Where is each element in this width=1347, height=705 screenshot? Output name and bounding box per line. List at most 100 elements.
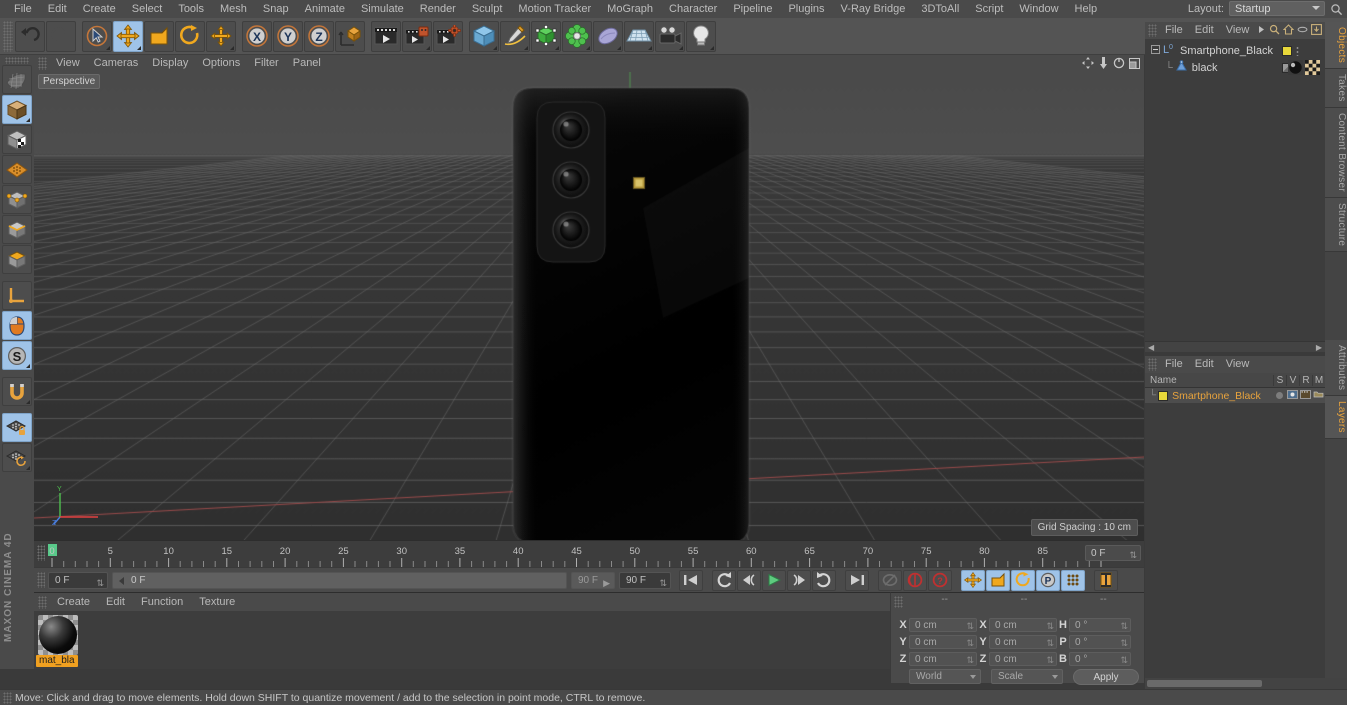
current-frame-input[interactable]: 0 F ⇅ (48, 571, 108, 589)
spinner-icon[interactable]: ⇅ (1046, 637, 1054, 650)
scroll-left-arrow-icon[interactable]: ◀ (1145, 343, 1154, 352)
vertical-tab-layers[interactable]: Layers (1325, 396, 1347, 439)
menu-item-select[interactable]: Select (124, 0, 171, 18)
left-toolbar-grip[interactable] (5, 57, 29, 64)
step-back-button[interactable] (737, 569, 761, 591)
autokeying-button[interactable] (903, 569, 927, 591)
environment-button[interactable] (593, 20, 623, 52)
scrubber-handle-icon[interactable] (119, 576, 124, 585)
viewport-menu-item-cameras[interactable]: Cameras (87, 55, 146, 72)
texture-mode-button[interactable] (2, 125, 32, 154)
menu-item-plugins[interactable]: Plugins (780, 0, 832, 18)
workplane-rotate-button[interactable] (2, 443, 32, 472)
menu-item-render[interactable]: Render (412, 0, 464, 18)
size-mode-dropdown[interactable]: Scale (991, 669, 1063, 684)
points-mode-button[interactable] (2, 185, 32, 214)
enable-viewport-button[interactable] (2, 311, 32, 340)
toolbar-grip[interactable] (3, 20, 13, 52)
object-menu-item-file[interactable]: File (1159, 22, 1189, 39)
undo-button[interactable] (15, 20, 45, 52)
layer-row[interactable]: └ Smartphone_Black (1145, 388, 1325, 403)
menu-item-file[interactable]: File (6, 0, 40, 18)
position-x-field[interactable]: 0 cm ⇅ (909, 617, 977, 633)
vertical-tab-content-browser[interactable]: Content Browser (1325, 107, 1347, 198)
generator-button[interactable] (531, 20, 561, 52)
timeline-grip[interactable] (37, 545, 45, 561)
fit-icon[interactable] (1311, 23, 1322, 38)
spinner-icon[interactable]: ⇅ (659, 575, 667, 591)
search-icon[interactable] (1269, 24, 1280, 38)
home-icon[interactable] (1282, 23, 1295, 38)
menu-item-edit[interactable]: Edit (40, 0, 75, 18)
material-thumbnail[interactable] (38, 615, 78, 655)
spinner-icon[interactable]: ⇅ (966, 637, 974, 650)
apply-button[interactable]: Apply (1073, 669, 1139, 685)
keyframe-mode-button[interactable] (1094, 569, 1118, 591)
model-mode-button[interactable] (2, 95, 32, 124)
texture-tag-icon[interactable] (1305, 60, 1320, 75)
spinner-icon[interactable]: ⇅ (1120, 637, 1128, 650)
menu-item-window[interactable]: Window (1011, 0, 1066, 18)
polygons-mode-button[interactable] (2, 245, 32, 274)
time-scrubber[interactable]: 0 F (112, 571, 567, 589)
menu-item-help[interactable]: Help (1067, 0, 1106, 18)
viewport[interactable]: View Cameras Display Options Filter Panel Per… (34, 55, 1144, 540)
material-menu-item-edit[interactable]: Edit (98, 593, 133, 611)
document-end-field[interactable]: 90 F ⇅ (619, 571, 671, 591)
menu-item-tools[interactable]: Tools (170, 0, 212, 18)
position-key-button[interactable] (961, 569, 985, 591)
material-menu-item-create[interactable]: Create (49, 593, 98, 611)
rotate-key-button[interactable] (1011, 569, 1035, 591)
soft-selection-button[interactable]: S (2, 341, 32, 370)
spinner-icon[interactable]: ⇅ (966, 620, 974, 633)
object-options-dots[interactable] (1296, 46, 1299, 56)
live-selection-button[interactable] (82, 20, 112, 52)
scene-button[interactable] (624, 20, 654, 52)
material-manager-grip[interactable] (38, 595, 47, 609)
size-z-field[interactable]: 0 cm ⇅ (989, 651, 1057, 666)
workplane-button[interactable] (2, 155, 32, 184)
light-button[interactable] (686, 20, 716, 52)
step-forward-button[interactable] (787, 569, 811, 591)
lock-workplane-button[interactable] (2, 413, 32, 442)
pan-icon[interactable] (1082, 57, 1094, 72)
position-z-field[interactable]: 0 cm ⇅ (909, 651, 977, 666)
scale-button[interactable] (144, 20, 174, 52)
timeline-frame-field[interactable]: 0 F ⇅ (1085, 545, 1141, 561)
menu-item-sculpt[interactable]: Sculpt (464, 0, 511, 18)
coordinate-system-dropdown[interactable]: World (909, 669, 981, 684)
layer-menu-item-view[interactable]: View (1220, 356, 1256, 373)
go-to-end-button[interactable] (845, 569, 869, 591)
record-active-objects-button[interactable] (878, 569, 902, 591)
layer-menu-item-file[interactable]: File (1159, 356, 1189, 373)
snap-magnet-button[interactable] (2, 377, 32, 406)
menu-item-character[interactable]: Character (661, 0, 725, 18)
layer-color-swatch[interactable] (1158, 390, 1169, 401)
viewport-menu-item-view[interactable]: View (49, 55, 87, 72)
go-to-start-button[interactable] (679, 569, 703, 591)
viewport-3d-scene[interactable] (34, 72, 1144, 540)
object-menu-item-view[interactable]: View (1220, 22, 1256, 39)
object-color-swatch[interactable] (1282, 46, 1292, 56)
search-icon[interactable] (1330, 3, 1343, 16)
timeline-ruler[interactable]: 051015202530354045505560657075808590 0 F… (34, 540, 1144, 568)
move-button[interactable] (113, 20, 143, 52)
previous-keyframe-button[interactable] (712, 569, 736, 591)
primitive-cube-button[interactable] (469, 20, 499, 52)
layer-visible-icon[interactable] (1287, 389, 1298, 402)
layer-menu-item-edit[interactable]: Edit (1189, 356, 1220, 373)
rotation-p-field[interactable]: 0 ° ⇅ (1069, 634, 1131, 650)
preview-end-field[interactable]: 90 F ▶ (571, 571, 615, 589)
move-plus-button[interactable] (206, 20, 236, 52)
layer-solo-dot[interactable] (1276, 392, 1283, 399)
menu-item-create[interactable]: Create (75, 0, 124, 18)
vertical-tab-objects[interactable]: Objects (1325, 22, 1347, 70)
status-bar-grip[interactable] (3, 691, 12, 704)
play-button[interactable] (762, 569, 786, 591)
world-coord-button[interactable] (335, 20, 365, 52)
keyframe-selection-button[interactable]: ? (928, 569, 952, 591)
menu-item-mograph[interactable]: MoGraph (599, 0, 661, 18)
axis-modify-button[interactable] (2, 281, 32, 310)
object-menu-item-edit[interactable]: Edit (1189, 22, 1220, 39)
viewport-grip[interactable] (38, 57, 47, 70)
